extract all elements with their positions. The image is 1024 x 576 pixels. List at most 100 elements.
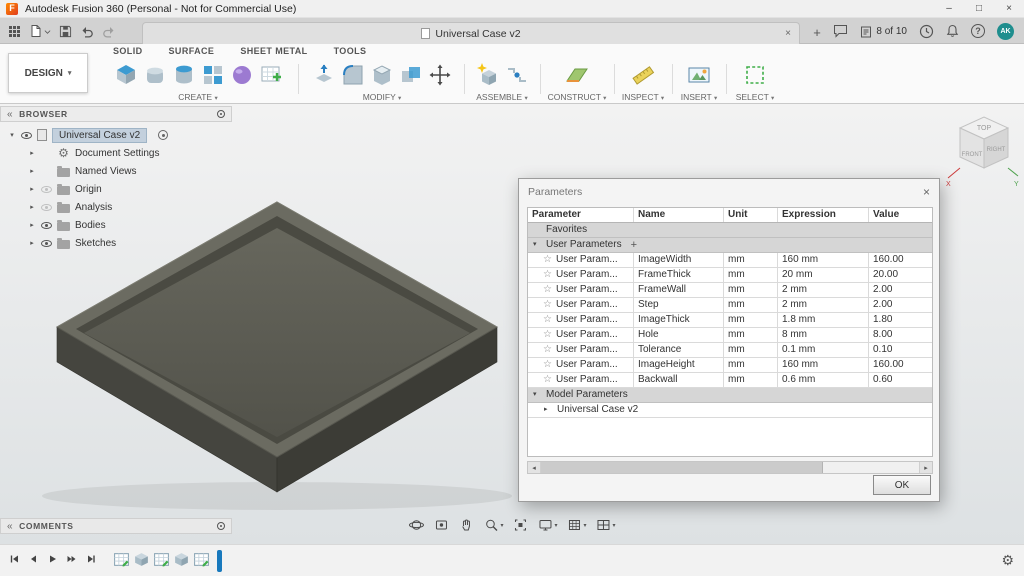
parameter-row[interactable]: ☆ User Param... Step mm 2 mm 2.00: [528, 298, 932, 313]
column-header-unit[interactable]: Unit: [724, 208, 778, 222]
activate-component-radio[interactable]: [158, 130, 168, 140]
document-tab[interactable]: Universal Case v2 ×: [142, 22, 800, 44]
expand-arrow-icon[interactable]: ▸: [28, 221, 36, 229]
ribbon-tab[interactable]: TOOLS: [321, 44, 380, 59]
parameter-row[interactable]: ☆ User Param... ImageWidth mm 160 mm 160…: [528, 253, 932, 268]
comments-panel-header[interactable]: « COMMENTS: [0, 518, 232, 534]
visibility-eye-icon[interactable]: [21, 132, 32, 139]
favorites-section-row[interactable]: Favorites: [528, 223, 932, 238]
timeline-sketch-feature-icon[interactable]: [113, 551, 130, 571]
redo-icon[interactable]: [102, 25, 116, 38]
undo-icon[interactable]: [80, 25, 94, 38]
favorite-star-icon[interactable]: ☆: [543, 315, 552, 325]
expand-arrow-icon[interactable]: ▸: [28, 203, 36, 211]
parameter-expression-cell[interactable]: 0.1 mm: [778, 343, 869, 357]
parameter-name-cell[interactable]: Hole: [634, 328, 724, 342]
comment-bubble-icon[interactable]: [833, 24, 848, 38]
create-form-icon[interactable]: [229, 62, 255, 88]
root-component-label[interactable]: Universal Case v2: [52, 128, 147, 143]
parameter-expression-cell[interactable]: 20 mm: [778, 268, 869, 282]
pan-hand-icon[interactable]: [458, 517, 474, 533]
panel-display-toggle-icon[interactable]: [217, 110, 225, 118]
parameter-expression-cell[interactable]: 0.6 mm: [778, 373, 869, 387]
user-avatar[interactable]: AK: [997, 23, 1014, 40]
play-icon[interactable]: [46, 553, 58, 568]
group-label-create[interactable]: CREATE ▾: [100, 92, 296, 102]
parameters-dialog-titlebar[interactable]: Parameters ×: [519, 179, 939, 205]
parameter-row[interactable]: ☆ User Param... FrameWall mm 2 mm 2.00: [528, 283, 932, 298]
scroll-left-arrow-icon[interactable]: ◂: [528, 462, 541, 473]
favorite-star-icon[interactable]: ☆: [543, 300, 552, 310]
favorite-star-icon[interactable]: ☆: [543, 330, 552, 340]
save-icon[interactable]: [59, 25, 72, 38]
expand-arrow-icon[interactable]: ▾: [533, 238, 541, 252]
parameter-name-cell[interactable]: ImageWidth: [634, 253, 724, 267]
maximize-button[interactable]: □: [964, 0, 994, 17]
group-label-select[interactable]: SELECT ▾: [728, 92, 782, 102]
favorite-star-icon[interactable]: ☆: [543, 285, 552, 295]
parameter-expression-cell[interactable]: 2 mm: [778, 298, 869, 312]
browser-tree-item[interactable]: ▸ Named Views: [0, 162, 232, 180]
group-label-assemble[interactable]: ASSEMBLE ▾: [470, 92, 534, 102]
parameter-row[interactable]: ☆ User Param... FrameThick mm 20 mm 20.0…: [528, 268, 932, 283]
measure-icon[interactable]: [630, 62, 656, 88]
favorite-star-icon[interactable]: ☆: [543, 360, 552, 370]
visibility-eye-icon[interactable]: [41, 240, 52, 247]
visibility-eye-icon[interactable]: [41, 222, 52, 229]
notifications-bell-icon[interactable]: [946, 24, 959, 38]
parameter-expression-cell[interactable]: 160 mm: [778, 358, 869, 372]
step-back-icon[interactable]: [27, 553, 39, 568]
parameter-name-cell[interactable]: Backwall: [634, 373, 724, 387]
expand-arrow-icon[interactable]: ▸: [28, 167, 36, 175]
close-button[interactable]: ×: [994, 0, 1024, 17]
ribbon-tab[interactable]: SHEET METAL: [227, 44, 320, 59]
timeline-body-feature-icon[interactable]: [133, 551, 150, 571]
parameter-name-cell[interactable]: FrameWall: [634, 283, 724, 297]
create-box-icon[interactable]: [113, 62, 139, 88]
skip-to-start-icon[interactable]: [8, 553, 20, 568]
group-label-modify[interactable]: MODIFY ▾: [304, 92, 460, 102]
browser-tree-item[interactable]: ▸ Analysis: [0, 198, 232, 216]
add-parameter-button[interactable]: +: [631, 238, 637, 252]
parameter-row[interactable]: ☆ User Param... Tolerance mm 0.1 mm 0.10: [528, 343, 932, 358]
new-component-icon[interactable]: [475, 62, 501, 88]
panel-display-toggle-icon[interactable]: [217, 522, 225, 530]
parameter-name-cell[interactable]: ImageThick: [634, 313, 724, 327]
help-button[interactable]: ?: [971, 24, 985, 38]
extensions-clock-icon[interactable]: [919, 24, 934, 39]
pattern-grid-icon[interactable]: [200, 62, 226, 88]
move-copy-icon[interactable]: [427, 62, 453, 88]
skip-to-end-icon[interactable]: [85, 553, 97, 568]
press-pull-icon[interactable]: [311, 62, 337, 88]
parameter-row[interactable]: ☆ User Param... Backwall mm 0.6 mm 0.60: [528, 373, 932, 388]
parameter-row[interactable]: ☆ User Param... ImageHeight mm 160 mm 16…: [528, 358, 932, 373]
model-parameters-section-row[interactable]: ▾ Model Parameters: [528, 388, 932, 403]
parameter-expression-cell[interactable]: 2 mm: [778, 283, 869, 297]
expand-arrow-icon[interactable]: ▸: [28, 149, 36, 157]
ribbon-tab[interactable]: SOLID: [100, 44, 156, 59]
parameter-name-cell[interactable]: ImageHeight: [634, 358, 724, 372]
parameter-expression-cell[interactable]: 1.8 mm: [778, 313, 869, 327]
insert-image-icon[interactable]: [686, 62, 712, 88]
timeline-sketch-feature-icon[interactable]: [193, 551, 210, 571]
expand-arrow-icon[interactable]: ▾: [533, 388, 541, 402]
browser-tree-item[interactable]: ▸ Bodies: [0, 216, 232, 234]
display-settings-icon[interactable]: ▾: [537, 517, 557, 533]
column-header-expression[interactable]: Expression: [778, 208, 869, 222]
fillet-icon[interactable]: [340, 62, 366, 88]
user-parameters-section-row[interactable]: ▾ User Parameters +: [528, 238, 932, 253]
expand-arrow-icon[interactable]: ▸: [28, 185, 36, 193]
minimize-button[interactable]: –: [934, 0, 964, 17]
browser-tree-item[interactable]: ▸ Sketches: [0, 234, 232, 252]
visibility-eye-icon[interactable]: [41, 204, 52, 211]
dialog-close-icon[interactable]: ×: [923, 185, 930, 199]
create-sketch-icon[interactable]: [258, 62, 284, 88]
column-header-parameter[interactable]: Parameter: [528, 208, 634, 222]
model-component-row[interactable]: ▸ Universal Case v2: [528, 403, 932, 418]
favorite-star-icon[interactable]: ☆: [543, 255, 552, 265]
expand-arrow-icon[interactable]: ▾: [8, 131, 16, 139]
construction-plane-icon[interactable]: [564, 62, 590, 88]
group-label-inspect[interactable]: INSPECT ▾: [618, 92, 668, 102]
horizontal-scrollbar[interactable]: ◂ ▸: [527, 461, 933, 474]
create-cylinder-icon[interactable]: [171, 62, 197, 88]
